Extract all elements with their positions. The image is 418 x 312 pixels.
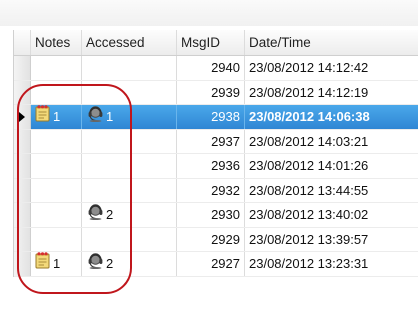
row-indicator[interactable] xyxy=(14,227,31,251)
row-indicator[interactable] xyxy=(14,154,31,178)
accessed-cell[interactable] xyxy=(82,227,177,251)
accessed-cell[interactable] xyxy=(82,178,177,202)
table-row[interactable]: 2929 23/08/2012 13:39:57 xyxy=(14,227,418,252)
notes-cell[interactable] xyxy=(31,178,82,202)
accessed-count: 2 xyxy=(106,207,114,222)
msgid-cell: 2927 xyxy=(177,252,245,276)
accessed-cell[interactable]: 2 xyxy=(82,252,177,276)
notes-cell[interactable]: 1 xyxy=(31,252,82,276)
table-row[interactable]: 2940 23/08/2012 14:12:42 xyxy=(14,56,418,81)
msgid-cell: 2939 xyxy=(177,80,245,104)
notes-cell[interactable] xyxy=(31,80,82,104)
notes-count: 1 xyxy=(53,256,61,271)
datetime-cell: 23/08/2012 14:06:38 xyxy=(245,105,418,129)
accessed-cell[interactable] xyxy=(82,56,177,80)
accessed-cell[interactable] xyxy=(82,129,177,153)
grid-body: 2940 23/08/2012 14:12:42 2939 23/08/2012 14… xyxy=(14,56,418,277)
datetime-cell: 23/08/2012 14:03:21 xyxy=(249,133,369,149)
datetime-cell: 23/08/2012 13:44:55 xyxy=(249,182,369,198)
datetime-cell: 23/08/2012 14:01:26 xyxy=(249,158,369,173)
accessed-count: 1 xyxy=(106,109,114,124)
row-indicator[interactable] xyxy=(14,56,31,80)
column-header-accessed[interactable]: Accessed xyxy=(82,30,177,55)
msgid-cell: 2940 xyxy=(177,56,245,80)
datetime-cell: 23/08/2012 13:40:02 xyxy=(249,207,369,222)
notes-count: 1 xyxy=(53,109,61,124)
row-indicator-header xyxy=(14,30,31,55)
msgid-cell: 2929 xyxy=(177,227,245,251)
accessed-count: 2 xyxy=(106,256,114,271)
table-row[interactable]: 2932 23/08/2012 13:44:55 xyxy=(14,178,418,203)
datetime-cell: 23/08/2012 13:39:57 xyxy=(249,231,369,247)
accessed-cell[interactable] xyxy=(82,80,177,104)
accessed-cell[interactable] xyxy=(82,154,177,178)
accessed-cell[interactable]: 1 xyxy=(82,105,177,129)
row-pointer-icon xyxy=(19,112,25,122)
msgid-cell: 2937 xyxy=(177,129,245,153)
notes-cell[interactable] xyxy=(31,227,82,251)
table-row[interactable]: 1 2 2927 23/08/2012 13:23:31 xyxy=(14,252,418,277)
notepad-icon xyxy=(34,105,51,129)
table-row[interactable]: 2939 23/08/2012 14:12:19 xyxy=(14,80,418,105)
msgid-cell: 2932 xyxy=(177,178,245,202)
notepad-icon xyxy=(34,252,51,276)
column-header-datetime[interactable]: Date/Time xyxy=(245,30,418,55)
user-headset-icon xyxy=(87,203,104,227)
msgid-cell: 2938 xyxy=(177,105,245,129)
notes-cell[interactable] xyxy=(31,203,82,227)
notes-cell[interactable] xyxy=(31,129,82,153)
user-headset-icon xyxy=(87,252,104,276)
notes-cell[interactable]: 1 xyxy=(31,105,82,129)
toolbar-area xyxy=(0,0,418,26)
accessed-cell[interactable]: 2 xyxy=(82,203,177,227)
user-headset-icon xyxy=(87,105,104,129)
row-indicator[interactable] xyxy=(14,203,31,227)
grid-header: Notes Accessed MsgID Date/Time xyxy=(14,30,418,56)
messages-grid: Notes Accessed MsgID Date/Time 2940 23/08… xyxy=(13,30,418,277)
notes-cell[interactable] xyxy=(31,154,82,178)
datetime-cell: 23/08/2012 13:23:31 xyxy=(249,256,369,271)
row-indicator[interactable] xyxy=(14,80,31,104)
datetime-cell: 23/08/2012 14:12:19 xyxy=(249,84,369,100)
table-row[interactable]: 1 1 2938 23/08/2012 14:06:38 xyxy=(14,105,418,130)
table-row[interactable]: 2936 23/08/2012 14:01:26 xyxy=(14,154,418,179)
row-indicator[interactable] xyxy=(14,252,31,276)
table-row[interactable]: 2 2930 23/08/2012 13:40:02 xyxy=(14,203,418,228)
column-header-notes[interactable]: Notes xyxy=(31,30,82,55)
msgid-cell: 2936 xyxy=(177,154,245,178)
column-header-msgid[interactable]: MsgID xyxy=(177,30,245,55)
row-indicator[interactable] xyxy=(14,129,31,153)
table-row[interactable]: 2937 23/08/2012 14:03:21 xyxy=(14,129,418,154)
row-indicator[interactable] xyxy=(14,105,31,129)
msgid-cell: 2930 xyxy=(177,203,245,227)
row-indicator[interactable] xyxy=(14,178,31,202)
notes-cell[interactable] xyxy=(31,56,82,80)
datetime-cell: 23/08/2012 14:12:42 xyxy=(249,60,369,75)
